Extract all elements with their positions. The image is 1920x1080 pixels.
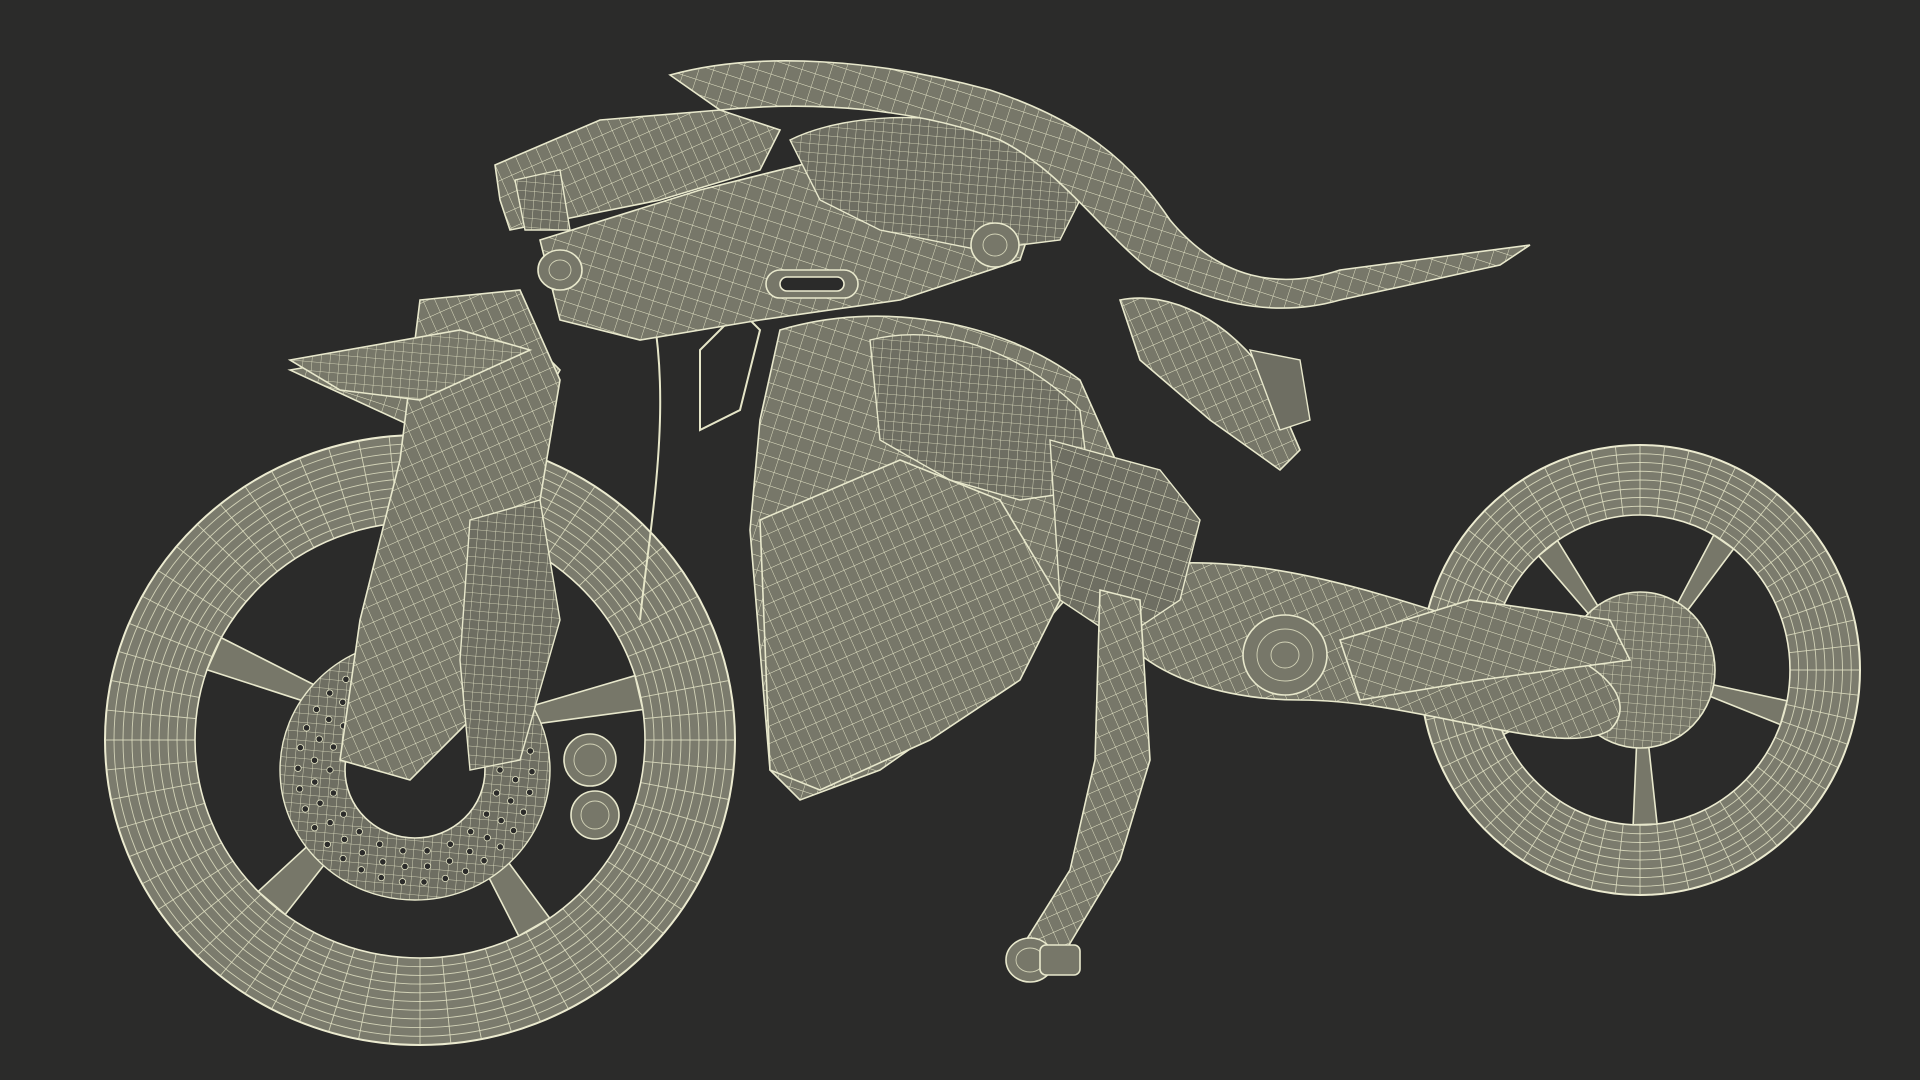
brake-disc-hole [511,776,520,784]
brake-disc-hole [326,818,334,827]
brake-disc-hole [323,840,331,848]
brake-disc-hole [467,828,475,836]
brake-disc-hole [316,799,324,807]
brake-disc-hole [466,847,474,856]
brake-disc-hole [519,808,528,816]
brake-disc-hole [355,828,363,836]
brake-disc-hole [492,789,501,797]
brake-disc-hole [482,810,491,818]
brake-disc-hole [497,816,505,825]
brake-disc-hole [357,866,365,874]
render-viewport [0,0,1920,1080]
brake-disc-hole [294,764,302,772]
brake-disc-hole [340,835,349,843]
brake-disc-hole [461,867,470,875]
brake-disc-hole [296,744,304,752]
brake-disc-hole [301,805,309,813]
brake-disc-hole [377,873,385,882]
brake-disc-hole [358,849,366,857]
brake-disc-hole [376,840,384,848]
brake-disc-hole [526,747,534,755]
brake-disc-hole [445,857,454,865]
brake-disc-hole [326,689,334,697]
brake-disc-hole [296,785,304,793]
brake-disc-hole [480,857,488,865]
brake-disc-hole [446,840,454,848]
brake-disc-hole [329,743,338,751]
brake-disc-hole [311,778,319,786]
brake-disc-hole [528,768,536,776]
brake-disc-hole [420,878,428,886]
brake-disc-hole [329,789,338,797]
brake-disc-hole [441,874,449,883]
brake-disc-hole [312,705,321,714]
brake-disc-hole [496,766,504,774]
motorcycle-wireframe-render [104,60,1861,1046]
brake-disc-hole [398,878,407,886]
brake-disc-hole [423,847,431,855]
brake-disc-hole [379,858,387,866]
brake-disc-hole [509,826,518,835]
brake-disc-hole [423,862,432,870]
brake-disc-hole [325,715,333,724]
brake-disc-hole [315,735,323,743]
brake-disc-hole [339,810,348,818]
brake-disc-hole [326,766,334,774]
brake-disc-hole [342,675,350,683]
brake-disc-hole [310,824,319,832]
brake-disc-hole [401,862,409,871]
brake-disc-hole [302,724,311,732]
brake-disc-hole [496,843,504,851]
brake-disc-hole [526,788,534,796]
brake-disc-hole [399,847,407,855]
brake-disc-hole [310,756,319,764]
brake-disc-hole [339,854,347,863]
brake-disc-hole [339,698,347,706]
brake-disc-hole [507,797,515,805]
brake-disc-hole [483,834,491,842]
